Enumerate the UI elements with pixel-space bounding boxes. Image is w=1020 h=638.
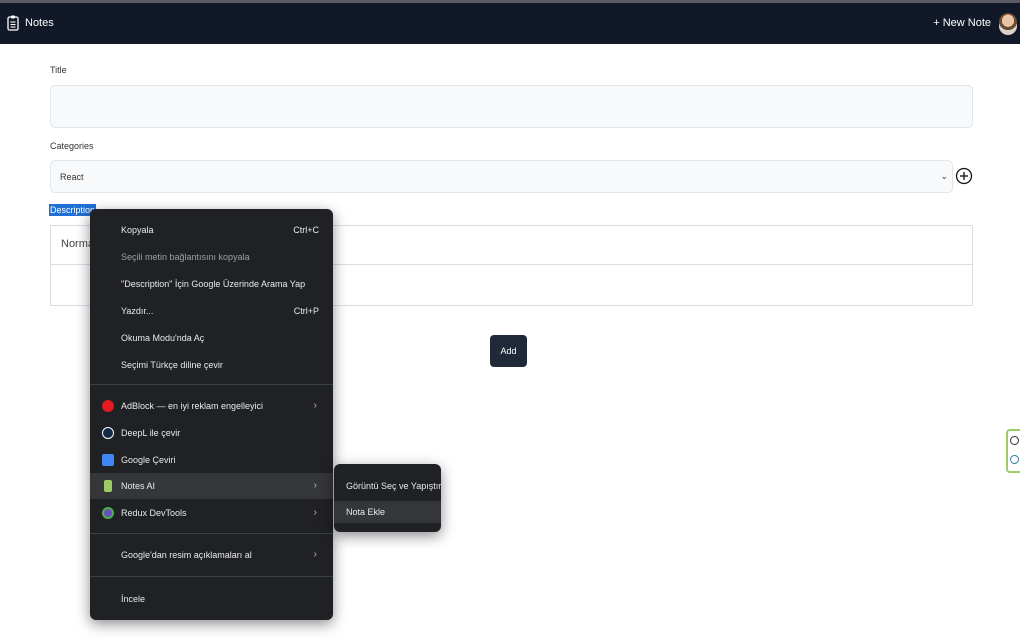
chevron-right-icon: › — [313, 507, 317, 518]
add-category-plus-icon[interactable] — [955, 167, 973, 185]
notes-ai-submenu: Görüntü Seç ve Yapıştır Nota Ekle — [334, 464, 441, 532]
chevron-right-icon: › — [313, 549, 317, 560]
avatar[interactable] — [999, 13, 1017, 35]
menu-item-deepl[interactable]: DeepL ile çevir — [90, 420, 333, 446]
menu-item-google-search[interactable]: "Description" İçin Google Üzerinde Arama… — [90, 271, 333, 297]
menu-divider — [90, 384, 333, 385]
submenu-item-label: Nota Ekle — [346, 507, 386, 517]
menu-item-label: Seçimi Türkçe diline çevir — [121, 360, 223, 370]
menu-item-copy[interactable]: Kopyala Ctrl+C — [90, 217, 333, 243]
context-menu: Kopyala Ctrl+C Seçili metin bağlantısını… — [90, 209, 333, 620]
menu-item-shortcut: Ctrl+P — [293, 306, 319, 316]
menu-item-label: Redux DevTools — [121, 508, 187, 518]
menu-item-adblock[interactable]: AdBlock — en iyi reklam engelleyici › — [90, 393, 333, 419]
deepl-icon — [102, 427, 114, 439]
add-button[interactable]: Add — [490, 335, 527, 367]
description-label: Description — [49, 204, 97, 216]
adblock-icon — [102, 400, 114, 412]
menu-divider — [90, 533, 333, 534]
extension-side-widget[interactable] — [1006, 429, 1020, 473]
menu-item-reading-mode[interactable]: Okuma Modu'nda Aç — [90, 325, 333, 351]
categories-label: Categories — [50, 141, 94, 151]
menu-divider — [90, 576, 333, 577]
menu-item-label: Google Çeviri — [121, 455, 176, 465]
menu-item-label: Google'dan resim açıklamaları al — [121, 550, 252, 560]
category-select[interactable]: React ⌄ — [50, 160, 953, 193]
menu-item-notes-ai[interactable]: Notes AI › — [90, 473, 333, 499]
menu-item-label: Seçili metin bağlantısını kopyala — [121, 252, 250, 262]
menu-item-label: Okuma Modu'nda Aç — [121, 333, 205, 343]
new-note-link[interactable]: + New Note — [933, 17, 991, 29]
google-translate-icon — [102, 454, 114, 466]
menu-item-label: İncele — [121, 594, 146, 604]
menu-item-copy-link: Seçili metin bağlantısını kopyala — [90, 244, 333, 270]
submenu-item-select-paste[interactable]: Görüntü Seç ve Yapıştır — [334, 475, 441, 497]
menu-item-label: Kopyala — [121, 225, 154, 235]
submenu-item-label: Görüntü Seç ve Yapıştır — [346, 481, 442, 491]
menu-item-shortcut: Ctrl+C — [293, 225, 319, 235]
menu-item-redux-devtools[interactable]: Redux DevTools › — [90, 500, 333, 526]
soccer-ball-icon[interactable] — [1010, 436, 1019, 445]
chevron-down-icon: ⌄ — [940, 171, 948, 181]
notes-icon — [7, 15, 19, 31]
chevron-right-icon: › — [313, 400, 317, 411]
menu-item-print[interactable]: Yazdır... Ctrl+P — [90, 298, 333, 324]
redux-icon — [102, 507, 114, 519]
menu-item-inspect[interactable]: İncele — [90, 586, 333, 612]
menu-item-translate[interactable]: Seçimi Türkçe diline çevir — [90, 352, 333, 378]
navbar: Notes + New Note — [0, 3, 1020, 44]
app-title[interactable]: Notes — [25, 17, 54, 29]
category-select-value: React — [60, 172, 84, 182]
notes-ai-icon — [104, 480, 112, 492]
title-input[interactable] — [50, 85, 973, 128]
submenu-item-add-note[interactable]: Nota Ekle — [334, 501, 441, 523]
menu-item-label: Yazdır... — [121, 306, 154, 316]
menu-item-google-translate[interactable]: Google Çeviri — [90, 447, 333, 473]
chevron-right-icon: › — [313, 480, 317, 491]
menu-item-image-descriptions[interactable]: Google'dan resim açıklamaları al › — [90, 542, 333, 568]
menu-item-label: "Description" İçin Google Üzerinde Arama… — [121, 279, 306, 289]
menu-item-label: Notes AI — [121, 481, 156, 491]
menu-item-label: DeepL ile çevir — [121, 428, 181, 438]
title-label: Title — [50, 65, 67, 75]
extension-icon[interactable] — [1010, 455, 1019, 464]
menu-item-label: AdBlock — en iyi reklam engelleyici — [121, 401, 264, 411]
